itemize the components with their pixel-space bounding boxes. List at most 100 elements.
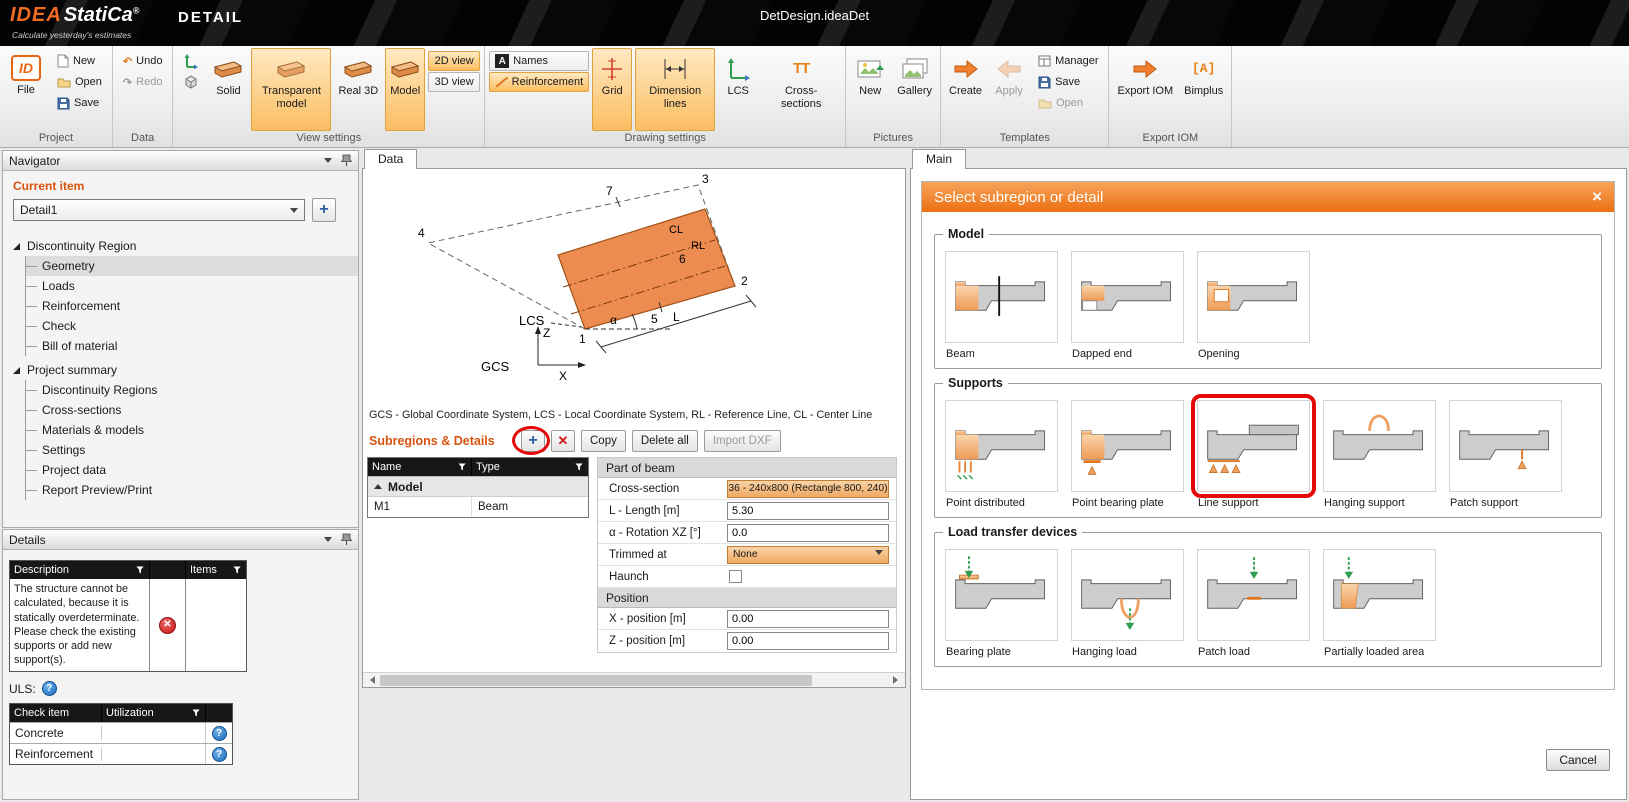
- current-item-dropdown[interactable]: Detail1: [13, 199, 305, 221]
- file-button[interactable]: ID File: [4, 48, 48, 131]
- scroll-left-arrow[interactable]: [363, 673, 378, 688]
- card-opening[interactable]: Opening: [1197, 251, 1310, 362]
- tree-item-settings[interactable]: Settings: [26, 440, 358, 460]
- navigator-panel: Navigator Current item Detail1 + Discont…: [2, 150, 359, 528]
- current-item-label: Current item: [13, 179, 358, 193]
- tree-item-materials-models[interactable]: Materials & models: [26, 420, 358, 440]
- card-hanging-support[interactable]: Hanging support: [1323, 400, 1436, 511]
- template-save-button[interactable]: Save: [1032, 72, 1104, 92]
- redo-label: Redo: [136, 76, 162, 88]
- solid-button[interactable]: Solid: [208, 48, 248, 131]
- tree-item-check[interactable]: Check: [26, 316, 358, 336]
- group-row-model[interactable]: Model: [368, 476, 588, 496]
- reinforcement-toggle[interactable]: Reinforcement: [489, 72, 589, 92]
- view-axes-tool[interactable]: [177, 51, 205, 71]
- transparent-model-button[interactable]: Transparent model: [251, 48, 331, 131]
- tree-item-cross-sections[interactable]: Cross-sections: [26, 400, 358, 420]
- lcs-button[interactable]: LCS: [718, 48, 758, 131]
- tree-item-bill-of-material[interactable]: Bill of material: [26, 336, 358, 356]
- gallery-label: Gallery: [897, 85, 932, 98]
- beam-region[interactable]: [558, 209, 735, 329]
- filter-funnel-icon[interactable]: [575, 463, 584, 472]
- card-patch-support[interactable]: Patch support: [1449, 400, 1562, 511]
- help-icon[interactable]: ?: [42, 681, 57, 696]
- card-beam[interactable]: Beam: [945, 251, 1058, 362]
- cross-sections-button[interactable]: TT Cross-sections: [761, 48, 841, 131]
- add-detail-button[interactable]: +: [312, 198, 336, 222]
- tree-item-loads[interactable]: Loads: [26, 276, 358, 296]
- filter-funnel-icon[interactable]: [233, 566, 242, 575]
- bimplus-button[interactable]: [A] Bimplus: [1180, 48, 1227, 131]
- trimmed-at-dropdown[interactable]: None: [727, 546, 889, 564]
- picture-new-button[interactable]: New: [850, 48, 890, 131]
- x-position-input[interactable]: [727, 610, 889, 628]
- undo-button[interactable]: ↶ Undo: [117, 51, 169, 71]
- card-line-support[interactable]: Line support: [1197, 400, 1310, 511]
- import-dxf-button[interactable]: Import DXF: [704, 430, 781, 452]
- real-3d-button[interactable]: Real 3D: [334, 48, 382, 131]
- card-hanging-load[interactable]: Hanging load: [1071, 549, 1184, 660]
- view-cube-tool[interactable]: [177, 72, 205, 92]
- card-partially-loaded-area[interactable]: Partially loaded area: [1323, 549, 1436, 660]
- help-icon[interactable]: ?: [212, 726, 227, 741]
- export-iom-button[interactable]: Export IOM: [1113, 48, 1177, 131]
- cancel-button[interactable]: Cancel: [1546, 749, 1610, 771]
- pin-icon[interactable]: [341, 154, 352, 167]
- tree-item-reinforcement[interactable]: Reinforcement: [26, 296, 358, 316]
- help-icon[interactable]: ?: [212, 747, 227, 762]
- card-dapped-end[interactable]: Dapped end: [1071, 251, 1184, 362]
- gallery-button[interactable]: Gallery: [893, 48, 936, 131]
- length-input[interactable]: [727, 502, 889, 520]
- card-bearing-plate[interactable]: Bearing plate: [945, 549, 1058, 660]
- template-manager-button[interactable]: Manager: [1032, 51, 1104, 71]
- tab-data[interactable]: Data: [364, 149, 417, 169]
- add-subregion-button[interactable]: +: [521, 430, 545, 452]
- tree-group-discontinuity-region[interactable]: Discontinuity Region: [9, 236, 358, 256]
- z-position-input[interactable]: [727, 632, 889, 650]
- tree-item-discontinuity-regions[interactable]: Discontinuity Regions: [26, 380, 358, 400]
- tree-item-report-preview-print[interactable]: Report Preview/Print: [26, 480, 358, 500]
- save-button[interactable]: Save: [51, 93, 108, 113]
- scroll-right-arrow[interactable]: [890, 673, 905, 688]
- open-button[interactable]: Open: [51, 72, 108, 92]
- copy-button[interactable]: Copy: [581, 430, 626, 452]
- cross-section-field[interactable]: 36 - 240x800 (Rectangle 800, 240): [727, 480, 889, 498]
- new-button[interactable]: New: [51, 51, 108, 71]
- collapse-icon[interactable]: [324, 158, 332, 167]
- grid-button[interactable]: Grid: [592, 48, 632, 131]
- dimension-lines-button[interactable]: Dimension lines: [635, 48, 715, 131]
- scrollbar-thumb[interactable]: [380, 675, 812, 686]
- tab-main[interactable]: Main: [912, 149, 966, 169]
- error-row[interactable]: The structure cannot be calculated, beca…: [10, 579, 246, 671]
- model-button[interactable]: Model: [385, 48, 425, 131]
- rotation-input[interactable]: [727, 524, 889, 542]
- tree-item-geometry[interactable]: Geometry: [26, 256, 358, 276]
- filter-funnel-icon[interactable]: [192, 709, 201, 718]
- horizontal-scrollbar[interactable]: [363, 672, 905, 687]
- delete-all-button[interactable]: Delete all: [632, 430, 698, 452]
- card-patch-load[interactable]: Patch load: [1197, 549, 1310, 660]
- view-3d-button[interactable]: 3D view: [428, 72, 480, 92]
- names-toggle[interactable]: A Names: [489, 51, 589, 71]
- template-apply-button[interactable]: Apply: [989, 48, 1029, 131]
- filter-funnel-icon[interactable]: [458, 463, 467, 472]
- template-create-button[interactable]: Create: [945, 48, 986, 131]
- card-point-bearing-plate[interactable]: Point bearing plate: [1071, 400, 1184, 511]
- haunch-checkbox[interactable]: [729, 570, 742, 583]
- tree-group-project-summary[interactable]: Project summary: [9, 360, 358, 380]
- pin-icon[interactable]: [341, 533, 352, 546]
- card-point-distributed[interactable]: Point distributed: [945, 400, 1058, 511]
- check-item-name: Reinforcement: [10, 747, 102, 761]
- table-row-m1[interactable]: M1 Beam: [368, 496, 588, 517]
- point-6: 6: [679, 252, 686, 266]
- template-open-button[interactable]: Open: [1032, 93, 1104, 113]
- view-2d-button[interactable]: 2D view: [428, 51, 480, 71]
- filter-funnel-icon[interactable]: [136, 566, 145, 575]
- delete-subregion-button[interactable]: ✕: [551, 430, 575, 452]
- close-icon[interactable]: ×: [1592, 187, 1602, 207]
- check-row-reinforcement[interactable]: Reinforcement ?: [10, 743, 232, 764]
- tree-item-project-data[interactable]: Project data: [26, 460, 358, 480]
- check-row-concrete[interactable]: Concrete ?: [10, 722, 232, 743]
- collapse-icon[interactable]: [324, 537, 332, 546]
- redo-button[interactable]: ↷ Redo: [117, 72, 169, 92]
